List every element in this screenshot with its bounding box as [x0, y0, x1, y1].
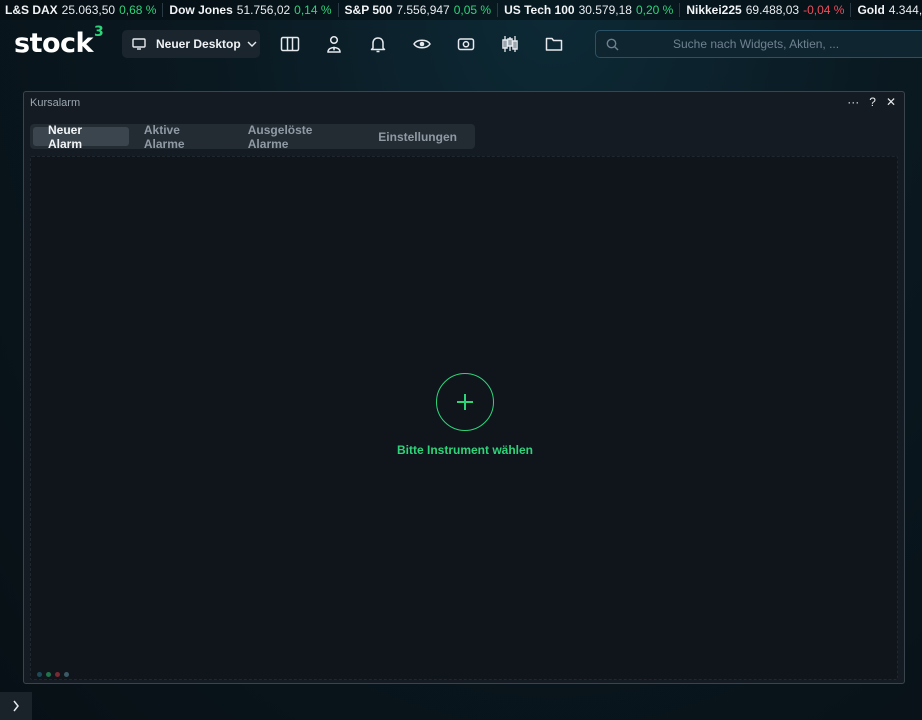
ticker-item[interactable]: L&S DAX 25.063,50 0,68 %	[0, 3, 164, 17]
kursalarm-widget: Kursalarm ··· ? ✕ Neuer Alarm Aktive Ala…	[23, 91, 905, 684]
add-instrument-button[interactable]	[436, 373, 494, 431]
ticker-price: 51.756,02	[236, 3, 291, 17]
market-ticker: L&S DAX 25.063,50 0,68 % Dow Jones 51.75…	[0, 0, 922, 20]
top-toolbar: stock3 Neuer Desktop	[0, 20, 922, 68]
ticker-price: 7.556,947	[396, 3, 450, 17]
layout-columns-icon[interactable]	[279, 34, 301, 54]
sidebar-toggle[interactable]	[0, 692, 32, 720]
tab-einstellungen[interactable]: Einstellungen	[363, 127, 472, 146]
desktop-selector[interactable]: Neuer Desktop	[122, 30, 260, 58]
search-icon	[606, 38, 619, 51]
tab-ausgeloeste-alarme[interactable]: Ausgelöste Alarme	[233, 123, 364, 151]
page-dot[interactable]	[46, 672, 51, 677]
select-instrument-label[interactable]: Bitte Instrument wählen	[31, 443, 899, 457]
ticker-change: 0,20 %	[635, 3, 674, 17]
tab-neuer-alarm[interactable]: Neuer Alarm	[33, 123, 129, 151]
widget-controls: ··· ? ✕	[847, 95, 896, 109]
search-input[interactable]	[673, 37, 913, 51]
more-options-icon[interactable]: ···	[847, 95, 859, 109]
chevron-down-icon	[247, 41, 257, 47]
camera-icon[interactable]	[455, 34, 477, 54]
folder-icon[interactable]	[543, 34, 565, 54]
alarm-content-area: Bitte Instrument wählen	[30, 156, 898, 680]
desktop-label: Neuer Desktop	[156, 37, 241, 51]
ticker-change: -0,04 %	[803, 3, 845, 17]
stock3-logo[interactable]: stock3	[14, 24, 104, 59]
page-dot[interactable]	[64, 672, 69, 677]
ticker-change: 0,14 %	[294, 3, 332, 17]
ticker-name: Gold	[857, 3, 885, 17]
bell-icon[interactable]	[367, 34, 389, 54]
chevron-right-icon	[12, 700, 20, 712]
ticker-price: 30.579,18	[578, 3, 632, 17]
ticker-change: 0,68 %	[119, 3, 157, 17]
close-icon[interactable]: ✕	[886, 95, 896, 109]
widget-title: Kursalarm	[30, 97, 81, 109]
alarm-tabs: Neuer Alarm Aktive Alarme Ausgelöste Ala…	[30, 123, 475, 151]
eye-icon[interactable]	[411, 34, 433, 54]
monitor-icon	[132, 38, 146, 50]
logo-text: stock	[14, 28, 94, 59]
ticker-price: 69.488,03	[745, 3, 800, 17]
tab-aktive-alarme[interactable]: Aktive Alarme	[129, 123, 233, 151]
user-tie-icon[interactable]	[323, 34, 345, 54]
candlestick-icon[interactable]	[499, 34, 521, 54]
page-dot[interactable]	[55, 672, 60, 677]
ticker-price: 25.063,50	[61, 3, 116, 17]
ticker-item[interactable]: Nikkei225 69.488,03 -0,04 %	[680, 3, 852, 17]
plus-icon	[455, 392, 475, 412]
ticker-name: L&S DAX	[5, 3, 58, 17]
ticker-item[interactable]: S&P 500 7.556,947 0,05 %	[339, 3, 499, 17]
ticker-item[interactable]: US Tech 100 30.579,18 0,20 %	[498, 3, 681, 17]
logo-superscript: 3	[94, 24, 104, 40]
help-icon[interactable]: ?	[869, 95, 876, 109]
ticker-name: Nikkei225	[686, 3, 742, 17]
search-bar[interactable]	[595, 30, 922, 58]
ticker-item[interactable]: Dow Jones 51.756,02 0,14 %	[163, 3, 339, 17]
ticker-name: S&P 500	[344, 3, 393, 17]
ticker-change: 0,05 %	[453, 3, 492, 17]
ticker-name: US Tech 100	[504, 3, 575, 17]
ticker-price: 4.344,2	[888, 3, 922, 17]
page-indicator	[37, 672, 69, 677]
page-dot[interactable]	[37, 672, 42, 677]
ticker-name: Dow Jones	[169, 3, 233, 17]
ticker-item[interactable]: Gold 4.344,2	[851, 3, 922, 17]
